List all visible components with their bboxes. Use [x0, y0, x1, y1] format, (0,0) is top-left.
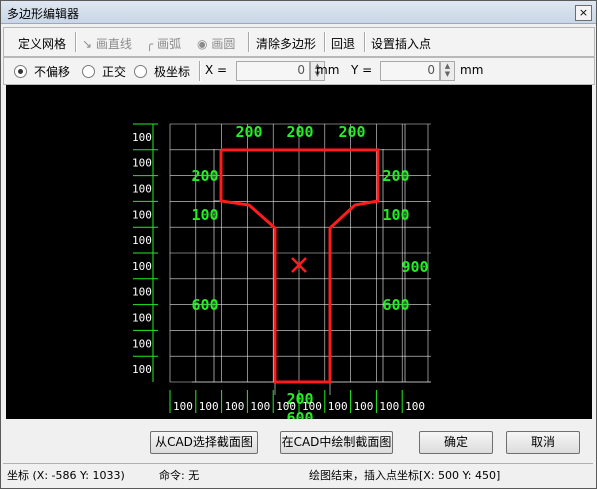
options-bar: 不偏移 正交 极坐标 X = 0 ▲ ▼ mm Y = 0 ▲ ▼ mm [3, 57, 595, 85]
no-offset-radio[interactable] [14, 65, 27, 78]
x-label: X = [205, 63, 228, 77]
polar-radio[interactable] [134, 65, 147, 78]
row-dim-label: 100 [132, 312, 152, 325]
toolbar-separator [75, 32, 77, 52]
row-dim-label: 100 [132, 337, 152, 350]
draw-circle-label: 画圆 [211, 37, 236, 51]
define-grid-button[interactable]: 定义网格 [18, 35, 66, 52]
col-dim-label: 100 [405, 400, 425, 413]
line-icon: ↘ [82, 37, 93, 51]
polar-label: 极坐标 [154, 65, 191, 79]
set-insert-point-button[interactable]: 设置插入点 [371, 35, 431, 52]
drawing-canvas[interactable]: 200 200 200 200 100 600 200 100 600 900 … [6, 85, 592, 427]
y-spin-button[interactable]: ▲ ▼ [440, 61, 455, 81]
window-title: 多边形编辑器 [7, 7, 80, 21]
y-unit: mm [460, 63, 484, 77]
clear-polygon-button[interactable]: 清除多边形 [256, 35, 316, 52]
row-dim-label: 100 [132, 157, 152, 170]
title-bar: 多边形编辑器 × [1, 1, 596, 24]
select-from-cad-button[interactable]: 从CAD选择截面图 [150, 431, 258, 454]
top-dim-label: 200 [338, 123, 365, 141]
circle-icon: ◉ [197, 37, 208, 51]
draw-in-cad-button[interactable]: 在CAD中绘制截面图 [280, 431, 393, 454]
col-dim-label: 100 [276, 400, 296, 413]
y-label: Y = [351, 63, 373, 77]
drawing-svg[interactable]: 200 200 200 200 100 600 200 100 600 900 … [6, 85, 592, 427]
cancel-button[interactable]: 取消 [506, 431, 580, 454]
y-value: 0 [427, 63, 435, 77]
row-dimension-scale: 100 100 100 100 100 100 100 100 100 100 [132, 123, 158, 382]
col-dim-label: 100 [379, 400, 399, 413]
col-dim-label: 100 [250, 400, 270, 413]
cursor-coordinates: 坐标 (X: -586 Y: 1033) [7, 469, 125, 482]
polygon-editor-window: 多边形编辑器 × 定义网格 ↘ 画直线 ╭ 画弧 ◉ 画圆 清除多边形 回退 设… [0, 0, 597, 489]
orthogonal-radio[interactable] [82, 65, 95, 78]
row-dim-label: 100 [132, 286, 152, 299]
col-dim-label: 100 [302, 400, 322, 413]
arc-icon: ╭ [146, 37, 154, 51]
top-dim-label: 200 [286, 123, 313, 141]
status-bar: 坐标 (X: -586 Y: 1033) 命令: 无 绘图结束，插入点坐标[X:… [3, 463, 593, 484]
row-dim-label: 100 [132, 363, 152, 376]
col-dim-label: 100 [354, 400, 374, 413]
dimension-lines [192, 124, 431, 395]
col-dim-label: 100 [199, 400, 219, 413]
right-dim-label: 200 [382, 167, 409, 185]
row-dim-label: 100 [132, 260, 152, 273]
ok-button[interactable]: 确定 [419, 431, 493, 454]
draw-circle-button[interactable]: ◉ 画圆 [197, 35, 235, 52]
x-input[interactable]: 0 [236, 61, 310, 81]
y-input[interactable]: 0 [380, 61, 440, 81]
row-dim-label: 100 [132, 183, 152, 196]
options-separator [199, 61, 201, 81]
orthogonal-label: 正交 [102, 65, 127, 79]
toolbar: 定义网格 ↘ 画直线 ╭ 画弧 ◉ 画圆 清除多边形 回退 设置插入点 [3, 27, 595, 57]
current-command: 命令: 无 [159, 469, 200, 482]
overall-height-label: 900 [401, 258, 428, 276]
x-unit: mm [316, 63, 340, 77]
status-message: 绘图结束，插入点坐标[X: 500 Y: 450] [309, 469, 501, 482]
row-dim-label: 100 [132, 131, 152, 144]
grid-lines [169, 123, 431, 383]
draw-line-label: 画直线 [95, 37, 132, 51]
no-offset-label: 不偏移 [34, 65, 71, 79]
row-dim-label: 100 [132, 208, 152, 221]
draw-arc-label: 画弧 [157, 37, 182, 51]
col-dim-label: 100 [173, 400, 193, 413]
col-dim-label: 100 [225, 400, 245, 413]
row-dim-label: 100 [132, 234, 152, 247]
toolbar-separator [364, 32, 366, 52]
left-dim-label: 200 [191, 167, 218, 185]
toolbar-separator [248, 32, 250, 52]
left-dim-label: 600 [191, 296, 218, 314]
undo-button[interactable]: 回退 [331, 35, 355, 52]
close-button[interactable]: × [575, 5, 592, 21]
x-value: 0 [297, 63, 305, 77]
draw-line-button[interactable]: ↘ 画直线 [82, 35, 132, 52]
draw-arc-button[interactable]: ╭ 画弧 [146, 35, 181, 52]
toolbar-separator [324, 32, 326, 52]
col-dim-label: 100 [328, 400, 348, 413]
right-dim-label: 100 [382, 206, 409, 224]
top-dim-label: 200 [235, 123, 262, 141]
left-dim-label: 100 [191, 206, 218, 224]
right-dim-label: 600 [382, 296, 409, 314]
